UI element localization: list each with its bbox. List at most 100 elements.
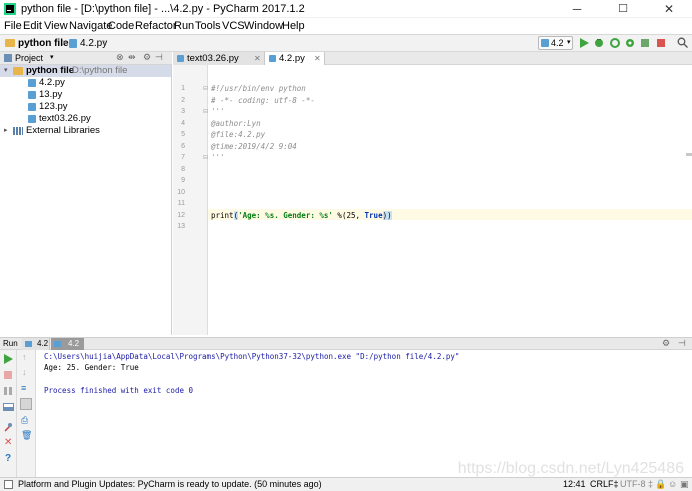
chevron-down-icon[interactable]: ▾ (4, 65, 8, 77)
menu-file[interactable]: File (4, 20, 22, 32)
line-number: 6 (181, 142, 185, 150)
tree-root-label: python file (26, 65, 75, 76)
close-tab-icon[interactable]: ✕ (254, 52, 261, 65)
gutter-top (173, 65, 208, 83)
status-bar: Platform and Plugin Updates: PyCharm is … (0, 477, 692, 491)
menu-window[interactable]: Window (244, 20, 283, 32)
tree-file-label: 4.2.py (39, 77, 65, 88)
tool-windows-icon[interactable] (4, 480, 13, 489)
close-tab-icon[interactable]: ✕ (314, 52, 321, 65)
stop-icon[interactable] (656, 38, 666, 48)
menu-vcs[interactable]: VCS (222, 20, 245, 32)
inspector-icon[interactable]: ☺ (668, 479, 677, 489)
code-line-print: print('Age: %s. Gender: %s' %(25, True)) (211, 210, 392, 220)
pause-icon[interactable] (3, 386, 13, 396)
event-log-icon[interactable]: ▣ (680, 479, 689, 490)
menu-view[interactable]: View (44, 20, 68, 32)
chevron-down-icon: ▾ (567, 39, 571, 46)
menu-navigate[interactable]: Navigate (69, 20, 112, 32)
arrow-up-icon[interactable]: ↑ (22, 352, 27, 362)
run-panel-header: Run 4.2 4.2 ⚙ ⊣ (0, 337, 692, 350)
tab-text03-26[interactable]: text03.26.py ✕ (173, 52, 265, 65)
arrow-down-icon[interactable]: ↓ (22, 367, 27, 377)
python-file-icon (54, 341, 61, 347)
minimize-button[interactable]: ─ (554, 0, 600, 18)
stop-icon[interactable] (3, 370, 13, 380)
code-editor[interactable]: #!/usr/bin/env python # -*- coding: utf-… (208, 83, 692, 335)
tab-label: text03.26.py (187, 53, 239, 64)
run-config-label: 4.2 (551, 38, 564, 48)
chevron-down-icon[interactable]: ▾ (50, 53, 54, 61)
chevron-right-icon[interactable]: ▸ (4, 125, 8, 137)
code-line: #!/usr/bin/env python (211, 84, 306, 93)
code-args: %(25, (332, 210, 365, 220)
gear-icon[interactable]: ⚙ (662, 338, 670, 349)
close-run-icon[interactable]: ✕ (4, 437, 12, 448)
run-console[interactable]: C:\Users\huijia\AppData\Local\Programs\P… (36, 350, 692, 477)
menu-code[interactable]: Code (108, 20, 134, 32)
file-encoding[interactable]: UTF-8 ‡ (620, 479, 653, 489)
line-separator[interactable]: CRLF‡ (590, 479, 619, 489)
line-number: 10 (177, 188, 185, 196)
scroll-from-source-icon[interactable]: ⇹ (128, 52, 136, 63)
rerun-icon[interactable] (3, 354, 13, 364)
debug-icon[interactable] (594, 38, 604, 48)
lock-icon[interactable]: 🔒 (655, 479, 666, 490)
project-tree: ▾ python file D:\python file 4.2.py 13.p… (0, 65, 172, 335)
coverage-icon[interactable] (610, 38, 620, 48)
line-number: 9 (181, 177, 185, 184)
console-line: Process finished with exit code 0 (44, 386, 194, 395)
line-number: 8 (181, 165, 185, 173)
collapse-icon[interactable]: ⊗ (116, 52, 124, 63)
tab-4-2[interactable]: 4.2.py ✕ (265, 52, 325, 65)
menu-refactor[interactable]: Refactor (135, 20, 177, 32)
breadcrumb-separator-icon: › (62, 37, 66, 48)
close-button[interactable]: ✕ (646, 0, 692, 18)
menu-edit[interactable]: Edit (23, 20, 42, 32)
run-tab-active[interactable]: 4.2 (51, 338, 84, 350)
concurrency-icon[interactable] (640, 38, 650, 48)
code-func: print (211, 210, 234, 220)
dump-threads-icon[interactable] (3, 402, 14, 412)
code-line: @author:Lyn (211, 118, 261, 128)
help-icon[interactable]: ? (5, 453, 11, 464)
menu-tools[interactable]: Tools (195, 20, 221, 32)
line-number: 13 (177, 223, 185, 230)
project-view-label[interactable]: Project (15, 53, 43, 63)
line-number: 12 (177, 211, 185, 219)
print-icon[interactable]: ⎙ (21, 415, 28, 426)
pycharm-logo-icon (4, 3, 16, 15)
run-tab-label: 4.2 (37, 339, 49, 348)
run-icon[interactable] (579, 38, 589, 48)
console-line: C:\Users\huijia\AppData\Local\Programs\P… (44, 352, 460, 361)
line-number: 11 (177, 200, 185, 207)
breadcrumb-project[interactable]: python file (18, 38, 69, 49)
maximize-button[interactable]: ☐ (600, 0, 646, 18)
hide-panel-icon[interactable]: ⊣ (155, 52, 163, 63)
pin-icon[interactable] (3, 422, 13, 432)
scroll-marker (686, 153, 692, 156)
code-line: ''' (211, 153, 225, 162)
editor-gutter: 1 2 3 4 5 6 7 8 9 10 11 12 13 ⊟ ⊟ ⊟ (173, 83, 208, 335)
run-config-dropdown[interactable]: 4.2 ▾ (538, 36, 573, 50)
tree-external-label: External Libraries (26, 125, 100, 136)
python-file-icon (28, 91, 36, 99)
soft-wrap-icon[interactable]: ≡ (21, 383, 26, 393)
scroll-to-end-icon[interactable] (20, 398, 32, 410)
menu-help[interactable]: Help (282, 20, 305, 32)
search-icon[interactable] (677, 37, 688, 48)
clear-all-icon[interactable]: 🗑 (21, 430, 32, 441)
caret-position[interactable]: 12:41 (563, 479, 586, 489)
status-message[interactable]: Platform and Plugin Updates: PyCharm is … (18, 479, 322, 489)
editor-tab-bar: text03.26.py ✕ 4.2.py ✕ (173, 52, 692, 65)
tree-root[interactable]: ▾ python file D:\python file (0, 65, 171, 77)
run-tab[interactable]: 4.2 (22, 338, 50, 350)
python-file-icon (69, 39, 77, 48)
gear-icon[interactable]: ⚙ (143, 52, 151, 63)
menu-bar: File Edit View Navigate Code Refactor Ru… (0, 18, 692, 34)
profile-icon[interactable] (625, 38, 635, 48)
menu-run[interactable]: Run (174, 20, 194, 32)
tab-label: 4.2.py (279, 53, 305, 64)
python-file-icon (541, 39, 549, 47)
hide-panel-icon[interactable]: ⊣ (678, 338, 686, 349)
